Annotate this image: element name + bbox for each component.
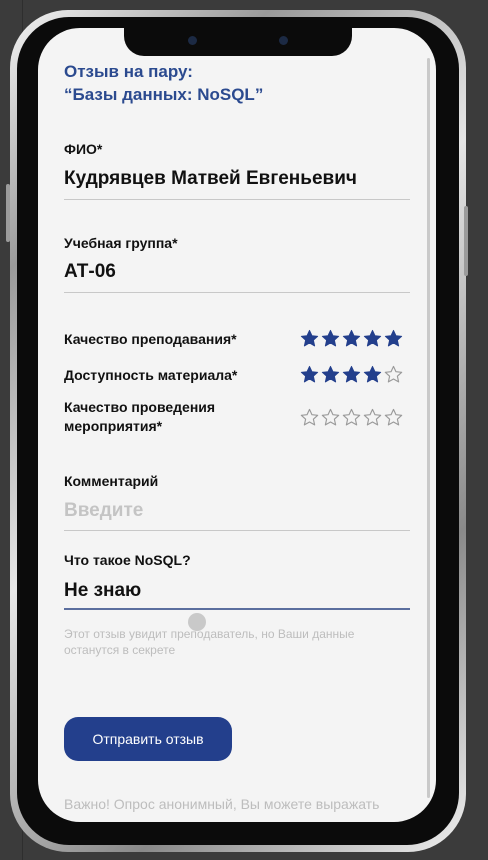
rating-label-line: Качество проведения	[64, 399, 216, 415]
submit-button[interactable]: Отправить отзыв	[64, 717, 232, 761]
sensor-icon	[279, 36, 288, 45]
rating-stars-teaching[interactable]	[300, 329, 403, 348]
fio-underline	[64, 199, 410, 200]
fio-field[interactable]: Кудрявцев Матвей Евгеньевич	[64, 168, 357, 190]
rating-stars-material[interactable]	[300, 365, 403, 384]
rating-label-line: Доступность материала*	[64, 367, 238, 383]
star-empty-icon[interactable]	[321, 408, 340, 427]
camera-icon	[188, 36, 197, 45]
star-filled-icon[interactable]	[321, 365, 340, 384]
feedback-form: Отзыв на пару: “Базы данных: NoSQL” ФИО*…	[38, 28, 436, 822]
side-button-right	[464, 206, 468, 276]
star-filled-icon[interactable]	[384, 329, 403, 348]
group-label: Учебная группа*	[64, 235, 178, 251]
fio-label: ФИО*	[64, 141, 103, 157]
title-line-1: Отзыв на пару:	[64, 62, 193, 81]
scrollbar[interactable]	[427, 58, 430, 798]
group-field[interactable]: АТ-06	[64, 261, 116, 283]
screen: Отзыв на пару: “Базы данных: NoSQL” ФИО*…	[38, 28, 436, 822]
star-filled-icon[interactable]	[300, 365, 319, 384]
star-filled-icon[interactable]	[342, 365, 361, 384]
group-underline	[64, 292, 410, 293]
comment-input[interactable]: Введите	[64, 500, 143, 522]
comment-label: Комментарий	[64, 473, 159, 489]
star-empty-icon[interactable]	[342, 408, 361, 427]
side-button-left	[6, 184, 10, 242]
star-filled-icon[interactable]	[342, 329, 361, 348]
star-empty-icon[interactable]	[300, 408, 319, 427]
star-filled-icon[interactable]	[321, 329, 340, 348]
star-filled-icon[interactable]	[363, 365, 382, 384]
rating-label-material: Доступность материала*	[64, 366, 237, 385]
question-input[interactable]: Не знаю	[64, 580, 141, 602]
star-filled-icon[interactable]	[300, 329, 319, 348]
rating-label-line: Качество преподавания*	[64, 331, 237, 347]
star-empty-icon[interactable]	[363, 408, 382, 427]
comment-underline	[64, 530, 410, 531]
rating-label-teaching: Качество преподавания*	[64, 330, 237, 349]
star-empty-icon[interactable]	[384, 365, 403, 384]
title-line-2: “Базы данных: NoSQL”	[64, 85, 264, 104]
page-title: Отзыв на пару: “Базы данных: NoSQL”	[64, 60, 364, 106]
star-filled-icon[interactable]	[363, 329, 382, 348]
question-label: Что такое NoSQL?	[64, 552, 191, 568]
phone-notch	[124, 22, 352, 56]
star-empty-icon[interactable]	[384, 408, 403, 427]
important-note: Важно! Опрос анонимный, Вы можете выража…	[64, 796, 380, 812]
question-underline	[64, 608, 410, 610]
rating-label-event: Качество проведения мероприятия*	[64, 398, 215, 436]
privacy-note: Этот отзыв увидит преподаватель, но Ваши…	[64, 627, 355, 657]
rating-label-line: мероприятия*	[64, 418, 163, 434]
rating-stars-event[interactable]	[300, 408, 403, 427]
